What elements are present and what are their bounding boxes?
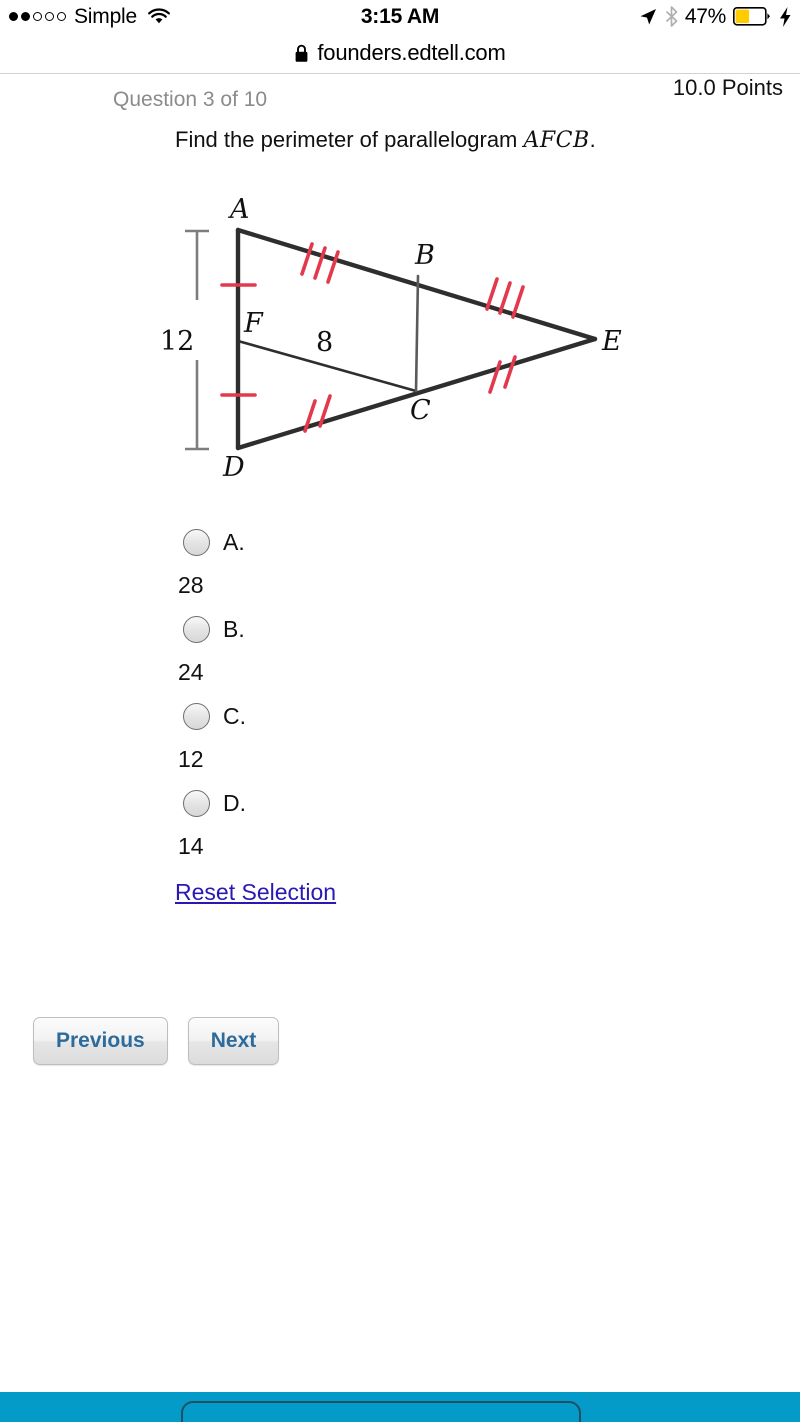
diagram-label-f: F: [243, 308, 264, 339]
radio-button-c[interactable]: [183, 703, 210, 730]
question-prompt-text: Find the perimeter of parallelogram: [175, 127, 524, 152]
answer-option-a-letter: A.: [223, 529, 245, 555]
answer-options: A. 28 B. 24 C. 12 D. 14: [0, 529, 800, 877]
answer-option-b-head[interactable]: B.: [183, 616, 245, 643]
lock-icon: [294, 44, 309, 63]
question-header: Question 3 of 10 10.0 Points: [0, 74, 800, 114]
clock-time: 3:15 AM: [360, 4, 440, 28]
question-prompt-period: .: [589, 127, 596, 152]
url-text: founders.edtell.com: [317, 40, 506, 65]
question-points: 10.0 Points: [672, 75, 783, 100]
answer-option-d[interactable]: D. 14: [0, 790, 800, 877]
answer-option-d-head[interactable]: D.: [183, 790, 246, 817]
question-prompt: Find the perimeter of parallelogram AFCB…: [175, 127, 596, 153]
answer-option-a-head[interactable]: A.: [183, 529, 245, 556]
geometry-diagram: A B C D E F 12 8: [160, 184, 660, 484]
answer-option-b-letter: B.: [223, 616, 245, 642]
navigation-buttons: Previous Next: [33, 1017, 280, 1065]
lightning-bolt-icon: [779, 6, 792, 27]
answer-option-c-value: 12: [178, 746, 204, 772]
status-bar-right: 47%: [638, 0, 792, 33]
diagram-label-a: A: [227, 194, 250, 225]
previous-button[interactable]: Previous: [33, 1017, 168, 1065]
bottom-bar: Switch to Full View: [0, 1392, 800, 1422]
switch-to-full-view-button[interactable]: Switch to Full View: [181, 1401, 581, 1422]
answer-option-c-letter: C.: [223, 703, 246, 729]
answer-option-c[interactable]: C. 12: [0, 703, 800, 790]
answer-option-b-value: 24: [178, 659, 204, 685]
answer-option-d-value: 14: [178, 833, 204, 859]
radio-button-b[interactable]: [183, 616, 210, 643]
question-prompt-math: AFCB: [523, 128, 590, 153]
battery-percent-label: 47%: [684, 4, 726, 28]
radio-button-d[interactable]: [183, 790, 210, 817]
answer-option-a-value: 28: [178, 572, 204, 598]
reset-selection-link[interactable]: Reset Selection: [175, 879, 336, 906]
answer-option-c-head[interactable]: C.: [183, 703, 246, 730]
answer-option-d-letter: D.: [223, 790, 246, 816]
location-arrow-icon: [638, 7, 658, 27]
status-bar: Simple 3:15 AM 47%: [0, 0, 800, 33]
segment-bc: [414, 274, 420, 393]
diagram-label-b: B: [414, 240, 435, 271]
radio-button-a[interactable]: [183, 529, 210, 556]
next-button[interactable]: Next: [187, 1017, 280, 1065]
page-content: Question 3 of 10 10.0 Points Find the pe…: [0, 74, 800, 1065]
diagram-label-d: D: [222, 452, 245, 483]
diagram-measure-fc: 8: [316, 327, 333, 358]
diagram-measure-ad: 12: [160, 326, 194, 357]
answer-option-b[interactable]: B. 24: [0, 616, 800, 703]
diagram-label-e: E: [601, 326, 622, 357]
question-counter: Question 3 of 10: [113, 88, 268, 111]
battery-icon: [733, 7, 771, 26]
bluetooth-icon: [665, 6, 678, 27]
answer-option-a[interactable]: A. 28: [0, 529, 800, 616]
browser-address-bar[interactable]: founders.edtell.com: [0, 33, 800, 74]
diagram-label-c: C: [410, 395, 431, 426]
tick-marks-ce: [488, 355, 517, 394]
